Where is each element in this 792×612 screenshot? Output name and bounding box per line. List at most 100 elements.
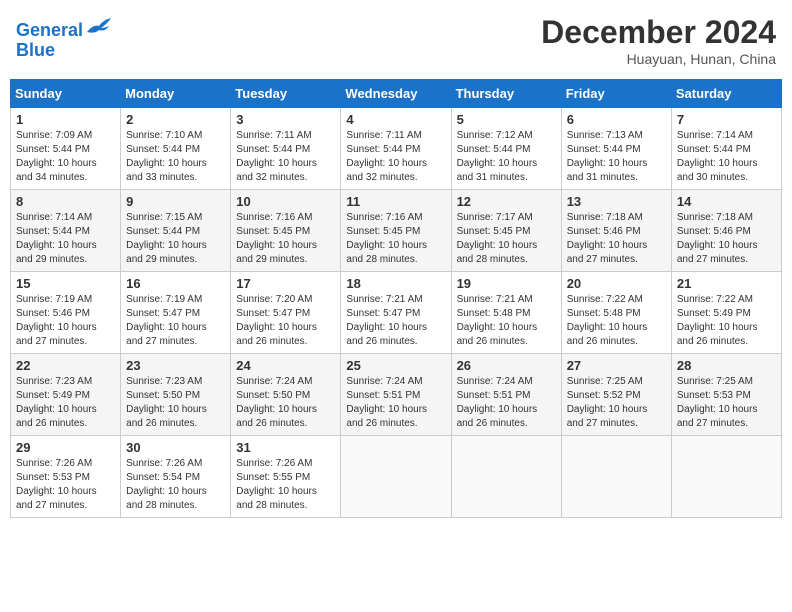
calendar-week-1: 1 Sunrise: 7:09 AM Sunset: 5:44 PM Daylig…	[11, 108, 782, 190]
day-info: Sunrise: 7:19 AM Sunset: 5:47 PM Dayligh…	[126, 293, 225, 349]
calendar-cell: 4 Sunrise: 7:11 AM Sunset: 5:44 PM Daylig…	[341, 108, 451, 190]
calendar-cell: 14 Sunrise: 7:18 AM Sunset: 5:46 PM Dayli…	[671, 190, 781, 272]
day-info: Sunrise: 7:11 AM Sunset: 5:44 PM Dayligh…	[346, 129, 445, 185]
logo-general: General	[16, 20, 83, 40]
day-number: 24	[236, 358, 335, 373]
calendar-cell: 12 Sunrise: 7:17 AM Sunset: 5:45 PM Dayli…	[451, 190, 561, 272]
weekday-tuesday: Tuesday	[231, 80, 341, 108]
calendar-cell	[561, 436, 671, 518]
day-info: Sunrise: 7:09 AM Sunset: 5:44 PM Dayligh…	[16, 129, 115, 185]
day-number: 25	[346, 358, 445, 373]
logo: General Blue	[16, 14, 113, 61]
calendar-header: SundayMondayTuesdayWednesdayThursdayFrid…	[11, 80, 782, 108]
calendar-cell: 7Sunrise: 7:14 AM Sunset: 5:44 PM Daylig…	[671, 108, 781, 190]
weekday-monday: Monday	[121, 80, 231, 108]
calendar-cell: 19Sunrise: 7:21 AM Sunset: 5:48 PM Dayli…	[451, 272, 561, 354]
day-info: Sunrise: 7:15 AM Sunset: 5:44 PM Dayligh…	[126, 211, 225, 267]
day-number: 1	[16, 112, 115, 127]
day-info: Sunrise: 7:16 AM Sunset: 5:45 PM Dayligh…	[346, 211, 445, 267]
day-number: 3	[236, 112, 335, 127]
day-info: Sunrise: 7:26 AM Sunset: 5:53 PM Dayligh…	[16, 457, 115, 513]
day-info: Sunrise: 7:12 AM Sunset: 5:44 PM Dayligh…	[457, 129, 556, 185]
calendar-week-3: 15 Sunrise: 7:19 AM Sunset: 5:46 PM Dayli…	[11, 272, 782, 354]
calendar-cell: 6Sunrise: 7:13 AM Sunset: 5:44 PM Daylig…	[561, 108, 671, 190]
day-number: 15	[16, 276, 115, 291]
calendar-cell: 24 Sunrise: 7:24 AM Sunset: 5:50 PM Dayli…	[231, 354, 341, 436]
month-title: December 2024	[541, 14, 776, 51]
calendar-cell: 21 Sunrise: 7:22 AM Sunset: 5:49 PM Dayli…	[671, 272, 781, 354]
day-info: Sunrise: 7:24 AM Sunset: 5:51 PM Dayligh…	[457, 375, 556, 431]
day-number: 31	[236, 440, 335, 455]
day-info: Sunrise: 7:22 AM Sunset: 5:48 PM Dayligh…	[567, 293, 666, 349]
day-info: Sunrise: 7:23 AM Sunset: 5:50 PM Dayligh…	[126, 375, 225, 431]
calendar-cell: 5 Sunrise: 7:12 AM Sunset: 5:44 PM Daylig…	[451, 108, 561, 190]
day-number: 27	[567, 358, 666, 373]
weekday-saturday: Saturday	[671, 80, 781, 108]
day-number: 9	[126, 194, 225, 209]
calendar-cell: 11 Sunrise: 7:16 AM Sunset: 5:45 PM Dayli…	[341, 190, 451, 272]
day-number: 29	[16, 440, 115, 455]
calendar-cell: 20 Sunrise: 7:22 AM Sunset: 5:48 PM Dayli…	[561, 272, 671, 354]
title-block: December 2024 Huayuan, Hunan, China	[541, 14, 776, 67]
day-number: 23	[126, 358, 225, 373]
day-info: Sunrise: 7:25 AM Sunset: 5:53 PM Dayligh…	[677, 375, 776, 431]
calendar-cell: 31 Sunrise: 7:26 AM Sunset: 5:55 PM Dayli…	[231, 436, 341, 518]
page-header: General Blue December 2024 Huayuan, Huna…	[10, 10, 782, 71]
day-number: 18	[346, 276, 445, 291]
weekday-wednesday: Wednesday	[341, 80, 451, 108]
weekday-thursday: Thursday	[451, 80, 561, 108]
day-info: Sunrise: 7:21 AM Sunset: 5:47 PM Dayligh…	[346, 293, 445, 349]
calendar-cell: 18 Sunrise: 7:21 AM Sunset: 5:47 PM Dayli…	[341, 272, 451, 354]
calendar-cell: 17Sunrise: 7:20 AM Sunset: 5:47 PM Dayli…	[231, 272, 341, 354]
day-info: Sunrise: 7:22 AM Sunset: 5:49 PM Dayligh…	[677, 293, 776, 349]
day-number: 10	[236, 194, 335, 209]
day-info: Sunrise: 7:18 AM Sunset: 5:46 PM Dayligh…	[677, 211, 776, 267]
calendar-cell: 2 Sunrise: 7:10 AM Sunset: 5:44 PM Daylig…	[121, 108, 231, 190]
weekday-header-row: SundayMondayTuesdayWednesdayThursdayFrid…	[11, 80, 782, 108]
day-info: Sunrise: 7:23 AM Sunset: 5:49 PM Dayligh…	[16, 375, 115, 431]
logo-text: General Blue	[16, 14, 113, 61]
day-info: Sunrise: 7:14 AM Sunset: 5:44 PM Dayligh…	[16, 211, 115, 267]
calendar-cell: 1 Sunrise: 7:09 AM Sunset: 5:44 PM Daylig…	[11, 108, 121, 190]
logo-blue: Blue	[16, 40, 55, 60]
weekday-friday: Friday	[561, 80, 671, 108]
calendar-week-5: 29 Sunrise: 7:26 AM Sunset: 5:53 PM Dayli…	[11, 436, 782, 518]
day-number: 20	[567, 276, 666, 291]
day-info: Sunrise: 7:24 AM Sunset: 5:51 PM Dayligh…	[346, 375, 445, 431]
calendar-cell: 26Sunrise: 7:24 AM Sunset: 5:51 PM Dayli…	[451, 354, 561, 436]
calendar-cell: 10 Sunrise: 7:16 AM Sunset: 5:45 PM Dayli…	[231, 190, 341, 272]
day-number: 2	[126, 112, 225, 127]
day-info: Sunrise: 7:25 AM Sunset: 5:52 PM Dayligh…	[567, 375, 666, 431]
day-info: Sunrise: 7:11 AM Sunset: 5:44 PM Dayligh…	[236, 129, 335, 185]
day-number: 8	[16, 194, 115, 209]
day-number: 4	[346, 112, 445, 127]
calendar-table: SundayMondayTuesdayWednesdayThursdayFrid…	[10, 79, 782, 518]
calendar-cell: 30Sunrise: 7:26 AM Sunset: 5:54 PM Dayli…	[121, 436, 231, 518]
logo-bird-icon	[85, 14, 113, 36]
day-number: 14	[677, 194, 776, 209]
calendar-cell	[341, 436, 451, 518]
day-number: 16	[126, 276, 225, 291]
day-info: Sunrise: 7:16 AM Sunset: 5:45 PM Dayligh…	[236, 211, 335, 267]
weekday-sunday: Sunday	[11, 80, 121, 108]
day-number: 22	[16, 358, 115, 373]
calendar-cell: 27 Sunrise: 7:25 AM Sunset: 5:52 PM Dayli…	[561, 354, 671, 436]
calendar-cell: 9 Sunrise: 7:15 AM Sunset: 5:44 PM Daylig…	[121, 190, 231, 272]
day-info: Sunrise: 7:26 AM Sunset: 5:54 PM Dayligh…	[126, 457, 225, 513]
day-info: Sunrise: 7:20 AM Sunset: 5:47 PM Dayligh…	[236, 293, 335, 349]
day-number: 5	[457, 112, 556, 127]
day-info: Sunrise: 7:19 AM Sunset: 5:46 PM Dayligh…	[16, 293, 115, 349]
calendar-week-4: 22 Sunrise: 7:23 AM Sunset: 5:49 PM Dayli…	[11, 354, 782, 436]
day-number: 21	[677, 276, 776, 291]
day-info: Sunrise: 7:26 AM Sunset: 5:55 PM Dayligh…	[236, 457, 335, 513]
day-info: Sunrise: 7:24 AM Sunset: 5:50 PM Dayligh…	[236, 375, 335, 431]
day-number: 12	[457, 194, 556, 209]
calendar-cell: 16 Sunrise: 7:19 AM Sunset: 5:47 PM Dayli…	[121, 272, 231, 354]
day-info: Sunrise: 7:17 AM Sunset: 5:45 PM Dayligh…	[457, 211, 556, 267]
day-number: 19	[457, 276, 556, 291]
calendar-cell: 3 Sunrise: 7:11 AM Sunset: 5:44 PM Daylig…	[231, 108, 341, 190]
day-number: 7	[677, 112, 776, 127]
calendar-cell: 22 Sunrise: 7:23 AM Sunset: 5:49 PM Dayli…	[11, 354, 121, 436]
day-number: 11	[346, 194, 445, 209]
day-info: Sunrise: 7:10 AM Sunset: 5:44 PM Dayligh…	[126, 129, 225, 185]
